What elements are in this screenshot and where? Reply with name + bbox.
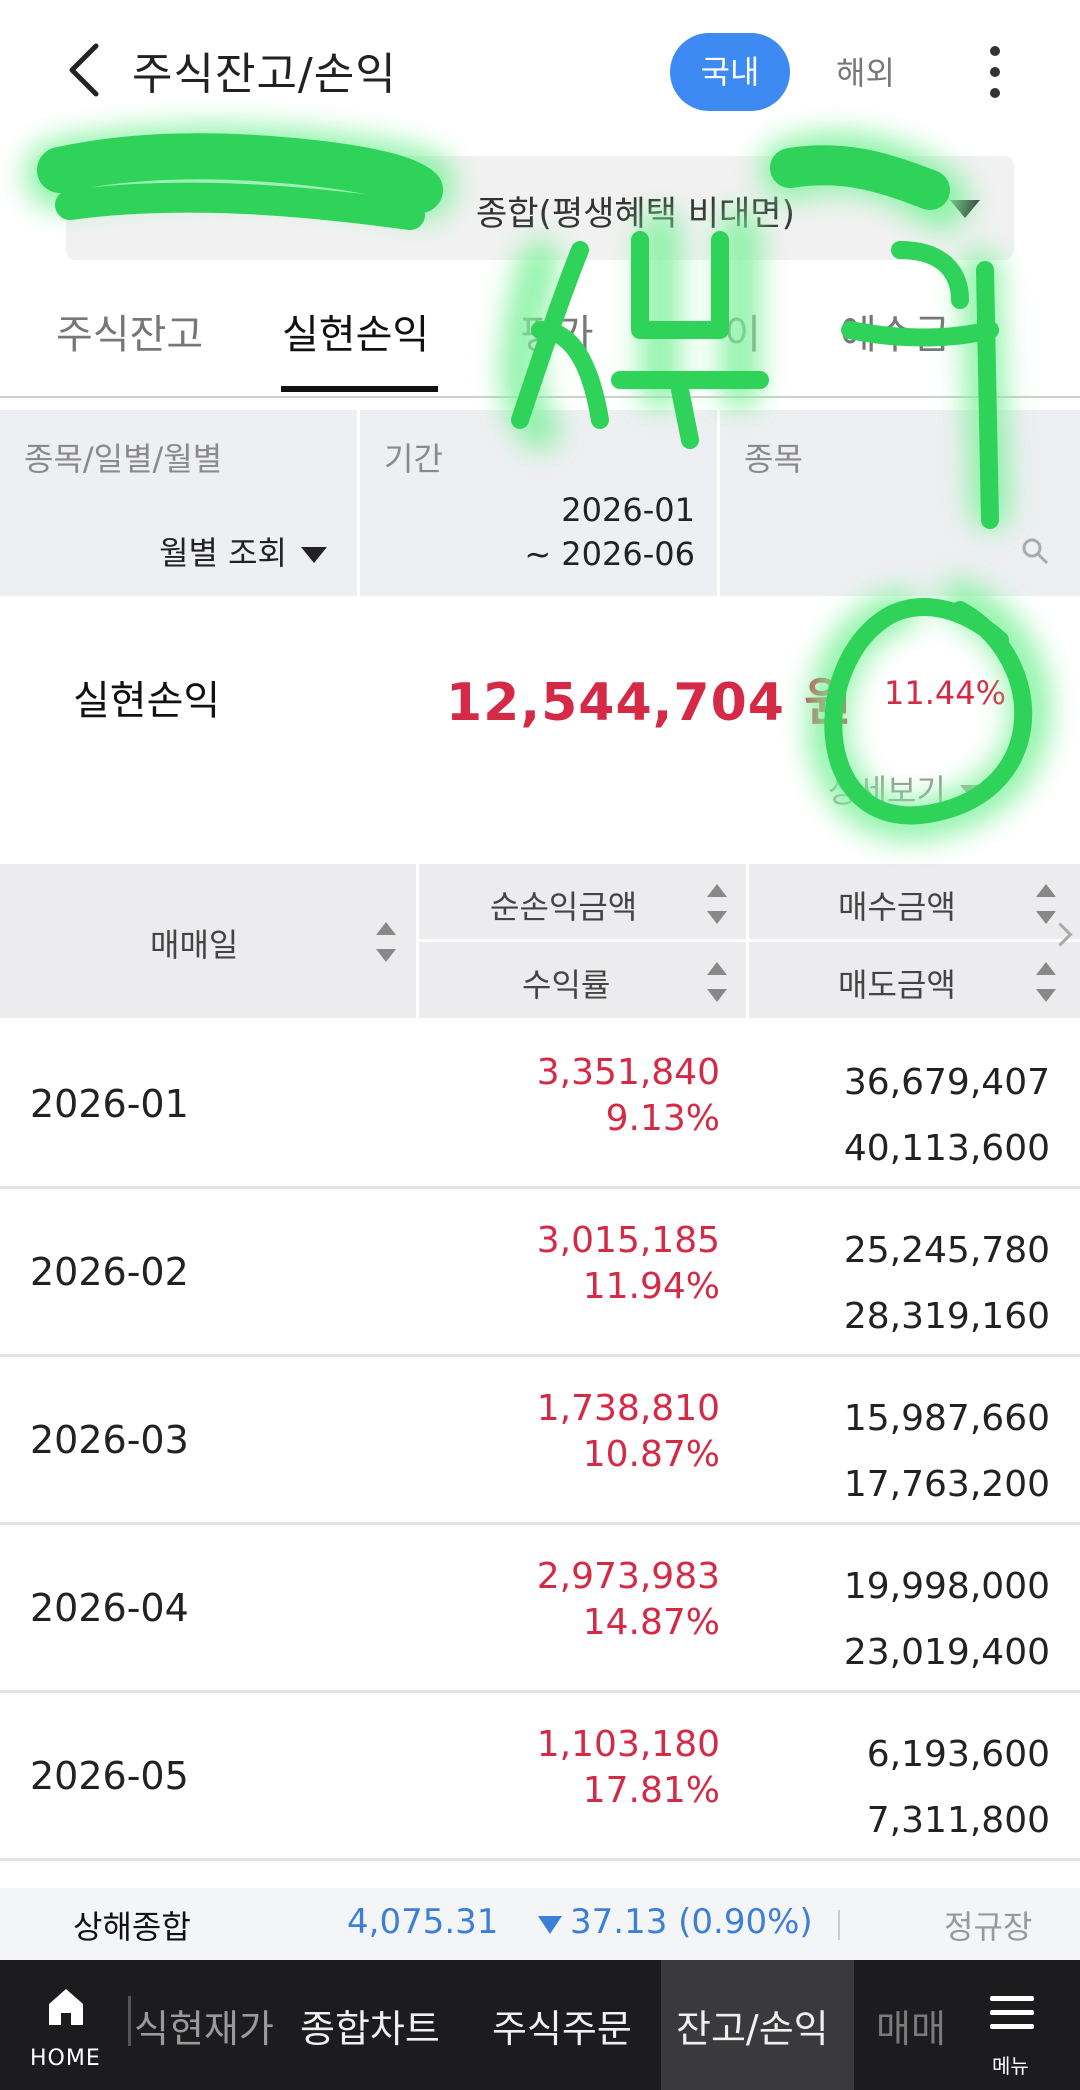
domestic-toggle[interactable]: 국내 (670, 33, 790, 111)
view-type-value: 월별 조회 (159, 534, 287, 572)
index-ticker[interactable]: 상해종합 4,075.31 37.13 (0.90%) 정규장 (0, 1888, 1080, 1960)
period-filter[interactable]: 기간 2026-01 ~ 2026-06 (360, 410, 717, 596)
col-net-pnl[interactable]: 순손익금액 (490, 882, 637, 928)
row-sell-amount: 23,019,400 (843, 1632, 1050, 1673)
back-arrow-icon[interactable] (62, 40, 112, 100)
realized-pnl-amount: 12,544,704 원 (446, 673, 853, 733)
col-sell-amount[interactable]: 매도금액 (838, 960, 956, 1006)
row-net-pnl: 1,103,180 (536, 1724, 720, 1765)
tab-deposit[interactable]: 예수금 (840, 302, 950, 360)
tab-stock-balance[interactable]: 주식잔고 (56, 302, 203, 360)
realized-pnl-label: 실현손익 (73, 678, 221, 724)
row-buy-amount: 36,679,407 (843, 1062, 1050, 1103)
row-buy-amount: 25,245,780 (843, 1230, 1050, 1271)
row-net-pnl: 3,015,185 (536, 1220, 720, 1261)
index-name: 상해종합 (73, 1908, 191, 1946)
detail-label: 상세보기 (828, 772, 946, 810)
table-row[interactable]: 2026-03 1,738,810 10.87% 15,987,660 17,763… (0, 1356, 1080, 1525)
period-end: ~ 2026-06 (524, 535, 695, 573)
index-value: 4,075.31 (347, 1902, 499, 1942)
sort-icon[interactable] (1036, 962, 1056, 1002)
account-name: 종합(평생혜택 비대면) (476, 194, 795, 234)
row-date: 2026-01 (30, 1082, 189, 1126)
row-net-pnl: 1,738,810 (536, 1388, 720, 1429)
detail-toggle[interactable]: 상세보기 (828, 766, 986, 812)
tab-bar: 주식잔고 실현손익 평가 이 예수금 (0, 280, 1080, 398)
nav-chart[interactable]: 종합차트 (300, 1998, 440, 2053)
row-date: 2026-02 (30, 1250, 189, 1294)
nav-home-label[interactable]: HOME (30, 2046, 101, 2071)
stock-label: 종목 (744, 440, 803, 478)
overseas-toggle[interactable]: 해외 (836, 48, 895, 94)
col-return-rate[interactable]: 수익률 (522, 960, 610, 1006)
row-sell-amount: 17,763,200 (843, 1464, 1050, 1505)
divider (746, 864, 749, 1018)
table-row[interactable]: 2026-05 1,103,180 17.81% 6,193,600 7,311,8… (0, 1692, 1080, 1861)
col-buy-amount[interactable]: 매수금액 (838, 882, 956, 928)
row-buy-amount: 6,193,600 (866, 1734, 1050, 1775)
search-icon[interactable] (1020, 536, 1050, 566)
row-return-rate: 17.81% (582, 1770, 720, 1811)
tab-valuation[interactable]: 평가 (520, 302, 594, 360)
down-triangle-icon (538, 1916, 562, 1934)
filter-row: 종목/일별/월별 월별 조회 기간 2026-01 ~ 2026-06 종목 (0, 410, 1080, 596)
table-row[interactable]: 2026-01 3,351,840 9.13% 36,679,407 40,113,… (0, 1020, 1080, 1189)
col-trade-date[interactable]: 매매일 (150, 920, 238, 966)
index-change: 37.13 (0.90%) (570, 1902, 813, 1942)
caret-down-icon (950, 200, 980, 218)
divider (128, 1996, 131, 2046)
row-date: 2026-04 (30, 1586, 189, 1630)
row-return-rate: 10.87% (582, 1434, 720, 1475)
sort-icon[interactable] (707, 884, 727, 924)
page-title: 주식잔고/손익 (132, 49, 397, 100)
nav-menu-label[interactable]: 메뉴 (992, 2050, 1029, 2079)
more-options-icon[interactable] (975, 40, 1015, 104)
market-status: 정규장 (944, 1908, 1033, 1946)
account-selector[interactable]: 종합(평생혜택 비대면) (66, 156, 1014, 260)
view-type-label: 종목/일별/월별 (24, 440, 223, 478)
row-buy-amount: 19,998,000 (843, 1566, 1050, 1607)
nav-balance-pnl[interactable]: 잔고/손익 (676, 1998, 829, 2053)
nav-trade[interactable]: 매매 (876, 1998, 946, 2053)
row-buy-amount: 15,987,660 (843, 1398, 1050, 1439)
home-icon[interactable] (46, 1986, 86, 2028)
sort-icon[interactable] (707, 962, 727, 1002)
row-return-rate: 11.94% (582, 1266, 720, 1307)
view-type-filter[interactable]: 종목/일별/월별 월별 조회 (0, 410, 357, 596)
row-sell-amount: 28,319,160 (843, 1296, 1050, 1337)
row-sell-amount: 7,311,800 (866, 1800, 1050, 1841)
row-date: 2026-05 (30, 1754, 189, 1798)
app-header: 주식잔고/손익 국내 해외 (0, 0, 1080, 140)
stock-filter[interactable]: 종목 (720, 410, 1080, 596)
nav-order[interactable]: 주식주문 (492, 1998, 632, 2053)
caret-down-icon (959, 785, 986, 801)
tab-interest[interactable]: 이 (724, 302, 761, 360)
table-row[interactable]: 2026-02 3,015,185 11.94% 25,245,780 28,319… (0, 1188, 1080, 1357)
menu-icon[interactable] (990, 1996, 1034, 2032)
bottom-nav: HOME 식현재가 종합차트 주식주문 잔고/손익 매매 메뉴 (0, 1960, 1080, 2090)
row-return-rate: 14.87% (582, 1602, 720, 1643)
nav-current-price[interactable]: 식현재가 (134, 1998, 274, 2053)
realized-pnl-rate: 11.44% (884, 674, 1007, 712)
table-row[interactable]: 2026-04 2,973,983 14.87% 19,998,000 23,019… (0, 1524, 1080, 1693)
row-net-pnl: 3,351,840 (536, 1052, 720, 1093)
sort-icon[interactable] (1036, 884, 1056, 924)
period-start: 2026-01 (561, 491, 695, 529)
tab-realized-pnl[interactable]: 실현손익 (282, 302, 429, 360)
divider (838, 1910, 840, 1940)
active-tab-indicator (281, 386, 438, 392)
table-header: 매매일 순손익금액 수익률 매수금액 매도금액 (0, 864, 1080, 1018)
row-sell-amount: 40,113,600 (843, 1128, 1050, 1169)
sort-icon[interactable] (376, 922, 396, 962)
row-date: 2026-03 (30, 1418, 189, 1462)
period-label: 기간 (384, 440, 443, 478)
row-return-rate: 9.13% (605, 1098, 720, 1139)
caret-down-icon (301, 547, 327, 563)
divider (419, 939, 1080, 942)
view-type-dropdown[interactable]: 월별 조회 (159, 528, 327, 574)
row-net-pnl: 2,973,983 (536, 1556, 720, 1597)
